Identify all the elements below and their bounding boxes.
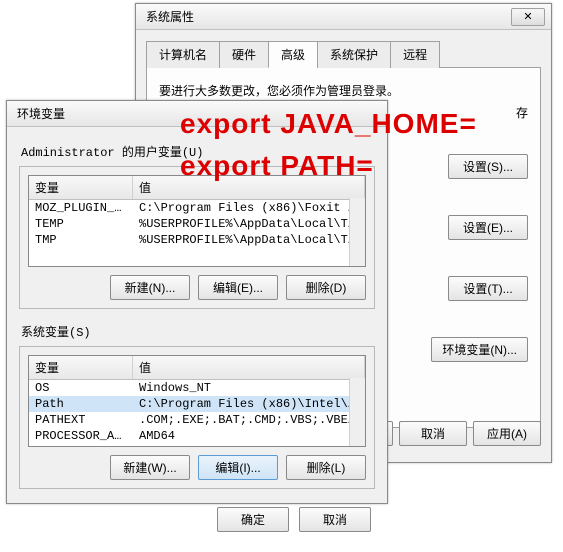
user-vars-table[interactable]: 变量 值 MOZ_PLUGIN_PATHC:\Program Files (x8… xyxy=(28,175,366,267)
tab-hardware[interactable]: 硬件 xyxy=(219,41,269,68)
user-edit-button[interactable]: 编辑(E)... xyxy=(198,275,278,300)
user-vars-legend: Administrator 的用户变量(U) xyxy=(21,143,375,160)
save-hint: 存 xyxy=(516,104,528,121)
env-titlebar: 环境变量 xyxy=(7,101,387,127)
system-vars-table[interactable]: 变量 值 OSWindows_NT PathC:\Program Files (… xyxy=(28,355,366,447)
env-ok-button[interactable]: 确定 xyxy=(217,507,289,532)
sysprop-apply-button[interactable]: 应用(A) xyxy=(473,421,541,446)
sysprop-titlebar: 系统属性 ✕ xyxy=(136,4,551,30)
settings-e-button[interactable]: 设置(E)... xyxy=(448,215,528,240)
sys-new-button[interactable]: 新建(W)... xyxy=(110,455,190,480)
user-scrollbar[interactable] xyxy=(349,198,365,266)
tab-advanced[interactable]: 高级 xyxy=(268,41,318,68)
environment-variables-window: 环境变量 Administrator 的用户变量(U) 变量 值 MOZ_PLU… xyxy=(6,100,388,504)
user-new-button[interactable]: 新建(N)... xyxy=(110,275,190,300)
table-row: PathC:\Program Files (x86)\Intel\TX... xyxy=(29,396,365,412)
table-row: PATHEXT.COM;.EXE;.BAT;.CMD;.VBS;.VBE;... xyxy=(29,412,365,428)
sysprop-close-button[interactable]: ✕ xyxy=(511,8,545,26)
system-vars-legend: 系统变量(S) xyxy=(21,323,375,340)
sys-col-var[interactable]: 变量 xyxy=(29,356,133,379)
user-col-val[interactable]: 值 xyxy=(133,176,365,199)
settings-s-button[interactable]: 设置(S)... xyxy=(448,154,528,179)
sysprop-title: 系统属性 xyxy=(142,8,511,25)
close-icon: ✕ xyxy=(523,10,532,23)
env-cancel-button[interactable]: 取消 xyxy=(299,507,371,532)
tab-computer-name[interactable]: 计算机名 xyxy=(146,41,220,68)
settings-t-button[interactable]: 设置(T)... xyxy=(448,276,528,301)
env-title: 环境变量 xyxy=(13,105,381,122)
admin-note: 要进行大多数更改，您必须作为管理员登录。 xyxy=(159,82,528,99)
tab-remote[interactable]: 远程 xyxy=(390,41,440,68)
env-variables-button[interactable]: 环境变量(N)... xyxy=(431,337,528,362)
user-col-var[interactable]: 变量 xyxy=(29,176,133,199)
user-delete-button[interactable]: 删除(D) xyxy=(286,275,366,300)
table-row: PROCESSOR_AR...AMD64 xyxy=(29,428,365,444)
table-row: OSWindows_NT xyxy=(29,380,365,396)
tab-system-protection[interactable]: 系统保护 xyxy=(317,41,391,68)
table-row: TEMP%USERPROFILE%\AppData\Local\Temp xyxy=(29,216,365,232)
sys-col-val[interactable]: 值 xyxy=(133,356,365,379)
table-row: MOZ_PLUGIN_PATHC:\Program Files (x86)\Fo… xyxy=(29,200,365,216)
sysprop-tabs: 计算机名 硬件 高级 系统保护 远程 xyxy=(146,40,541,68)
sysprop-cancel-button[interactable]: 取消 xyxy=(399,421,467,446)
table-row: TMP%USERPROFILE%\AppData\Local\Temp xyxy=(29,232,365,248)
sys-scrollbar[interactable] xyxy=(349,378,365,446)
sys-delete-button[interactable]: 删除(L) xyxy=(286,455,366,480)
sys-edit-button[interactable]: 编辑(I)... xyxy=(198,455,278,480)
